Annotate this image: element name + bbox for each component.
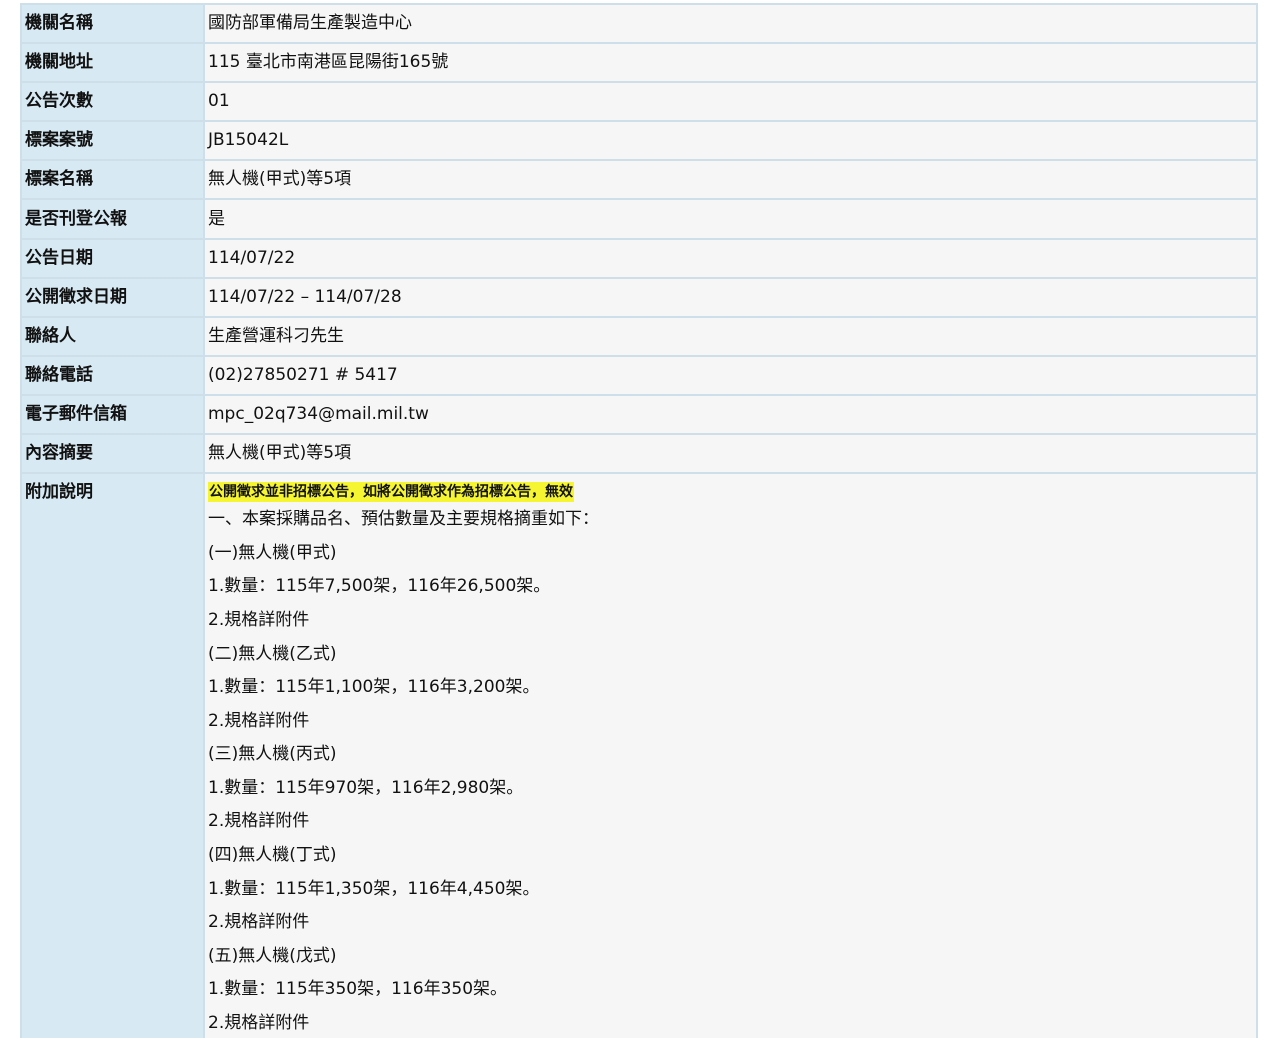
note-line: 1.數量：115年1,350架，116年4,450架。 [208, 878, 540, 899]
table-row: 機關地址 115 臺北市南港區昆陽街165號 [20, 42, 1258, 84]
note-line: 2.規格詳附件 [208, 609, 310, 630]
field-label: 公告次數 [20, 81, 205, 123]
gazette-published-value: 是 [203, 198, 1258, 240]
announcement-page: 機關名稱 國防部軍備局生產製造中心 機關地址 115 臺北市南港區昆陽街165號… [0, 0, 1280, 1038]
announcement-date-value: 114/07/22 [203, 237, 1258, 279]
field-label: 附加說明 [20, 472, 205, 1038]
field-label: 機關地址 [20, 42, 205, 84]
table-row: 內容摘要 無人機(甲式)等5項 [20, 433, 1258, 475]
note-line: (五)無人機(戊式) [208, 945, 337, 966]
agency-address-value: 115 臺北市南港區昆陽街165號 [203, 42, 1258, 84]
contact-phone-value: (02)27850271 # 5417 [203, 354, 1258, 396]
note-line: 2.規格詳附件 [208, 1013, 310, 1034]
note-line: 1.數量：115年1,100架，116年3,200架。 [208, 677, 540, 698]
note-line: (四)無人機(丁式) [208, 845, 337, 866]
note-line: (一)無人機(甲式) [208, 542, 337, 563]
additional-notes: 公開徵求並非招標公告，如將公開徵求作為招標公告，無效 一、本案採購品名、預估數量… [208, 475, 1255, 1038]
table-row: 公告日期 114/07/22 [20, 237, 1258, 279]
contact-person-value: 生產營運科刁先生 [203, 315, 1258, 357]
additional-notes-cell: 公開徵求並非招標公告，如將公開徵求作為招標公告，無效 一、本案採購品名、預估數量… [203, 472, 1258, 1038]
tender-number-value: JB15042L [203, 120, 1258, 162]
solicitation-period-value: 114/07/22 – 114/07/28 [203, 276, 1258, 318]
table-row: 聯絡電話 (02)27850271 # 5417 [20, 354, 1258, 396]
agency-name-value: 國防部軍備局生產製造中心 [203, 2, 1258, 45]
warning-highlight: 公開徵求並非招標公告，如將公開徵求作為招標公告，無效 [208, 482, 574, 503]
field-label: 標案案號 [20, 120, 205, 162]
tender-name-value: 無人機(甲式)等5項 [203, 159, 1258, 201]
note-line: 1.數量：115年350架，116年350架。 [208, 979, 508, 1000]
field-label: 聯絡電話 [20, 354, 205, 396]
table-row: 機關名稱 國防部軍備局生產製造中心 [20, 2, 1258, 45]
contact-email-value: mpc_02q734@mail.mil.tw [203, 393, 1258, 436]
field-label: 公告日期 [20, 237, 205, 279]
field-label: 是否刊登公報 [20, 198, 205, 240]
content-summary-value: 無人機(甲式)等5項 [203, 433, 1258, 475]
note-line: 1.數量：115年7,500架，116年26,500架。 [208, 576, 551, 597]
note-line: 2.規格詳附件 [208, 912, 310, 933]
field-label: 聯絡人 [20, 315, 205, 357]
table-row: 標案名稱 無人機(甲式)等5項 [20, 159, 1258, 201]
table-row: 標案案號 JB15042L [20, 120, 1258, 162]
field-label: 公開徵求日期 [20, 276, 205, 318]
announcement-detail-table: 機關名稱 國防部軍備局生產製造中心 機關地址 115 臺北市南港區昆陽街165號… [20, 2, 1258, 1038]
table-row: 電子郵件信箱 mpc_02q734@mail.mil.tw [20, 393, 1258, 436]
note-line: 1.數量：115年970架，116年2,980架。 [208, 777, 524, 798]
field-label: 標案名稱 [20, 159, 205, 201]
table-row: 附加說明 公開徵求並非招標公告，如將公開徵求作為招標公告，無效 一、本案採購品名… [20, 472, 1258, 1038]
table-row: 公開徵求日期 114/07/22 – 114/07/28 [20, 276, 1258, 318]
table-row: 聯絡人 生產營運科刁先生 [20, 315, 1258, 357]
note-line: (三)無人機(丙式) [208, 744, 337, 765]
note-line: (二)無人機(乙式) [208, 643, 337, 664]
table-row: 公告次數 01 [20, 81, 1258, 123]
field-label: 機關名稱 [20, 2, 205, 45]
table-row: 是否刊登公報 是 [20, 198, 1258, 240]
note-line: 一、本案採購品名、預估數量及主要規格摘重如下： [208, 509, 599, 530]
note-line: 2.規格詳附件 [208, 710, 310, 731]
announcement-count-value: 01 [203, 81, 1258, 123]
field-label: 電子郵件信箱 [20, 393, 205, 436]
field-label: 內容摘要 [20, 433, 205, 475]
note-line: 2.規格詳附件 [208, 811, 310, 832]
